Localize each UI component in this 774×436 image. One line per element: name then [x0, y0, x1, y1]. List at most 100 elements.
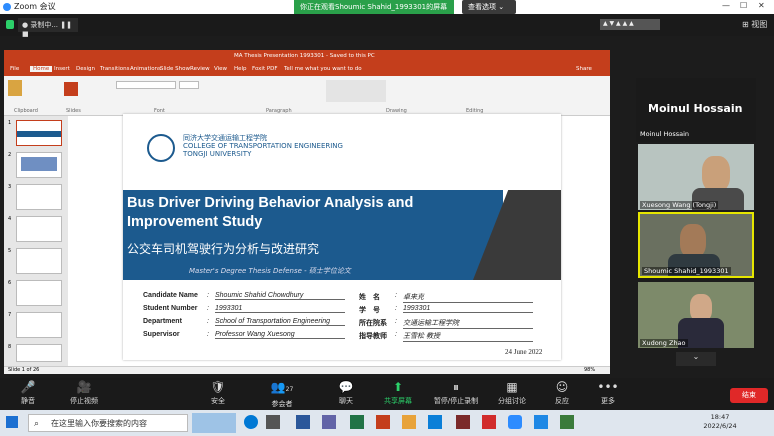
slide-date: 24 June 2022: [505, 348, 543, 356]
minimize-button[interactable]: —: [722, 1, 730, 10]
app-icon[interactable]: [534, 415, 548, 429]
meeting-top-strip: ● 录制中... ❚❚ ■ ▲ ▼ ▲ ▲ ▲ ⊞ 视图: [0, 14, 774, 38]
app-icon[interactable]: [428, 415, 442, 429]
new-slide-icon[interactable]: [64, 82, 78, 96]
tab-foxit[interactable]: Foxit PDF: [252, 66, 278, 72]
camera-icon: 🎥: [76, 380, 92, 394]
tell-me-search[interactable]: Tell me what you want to do: [284, 66, 362, 72]
chat-bubble-icon: 💬: [338, 380, 354, 394]
participant-video-active-speaker[interactable]: Shoumic Shahid_1993301: [638, 212, 754, 278]
windows-start-icon[interactable]: [6, 416, 18, 428]
font-size-select[interactable]: [179, 81, 199, 89]
info-label-cn: 所在院系: [359, 320, 387, 327]
tab-animations[interactable]: Animations: [130, 66, 161, 72]
slide-canvas: 同济大学交通运输工程学院 COLLEGE OF TRANSPORTATION E…: [123, 114, 561, 360]
paste-icon[interactable]: [8, 80, 22, 96]
ppt-ribbon: Clipboard Slides Font Paragraph Drawing …: [4, 76, 610, 116]
slide-thumbnail[interactable]: [16, 248, 62, 274]
slide-thumbnail[interactable]: [16, 312, 62, 338]
participant-face: [680, 224, 706, 258]
slide-title-cn: 公交车司机驾驶行为分析与改进研究: [127, 242, 320, 256]
pause-recording-button[interactable]: ⏸ 暂停/停止录制: [426, 378, 486, 406]
tab-insert[interactable]: Insert: [54, 66, 70, 72]
search-icon: ⌕: [34, 419, 40, 429]
reactions-button[interactable]: ☺ 反应: [538, 378, 586, 406]
mute-button[interactable]: 🎤 静音: [4, 378, 52, 406]
participant-name: Shoumic Shahid_1993301: [642, 267, 731, 275]
recording-indicator[interactable]: ● 录制中... ❚❚ ■: [18, 18, 78, 38]
close-button[interactable]: ✕: [758, 1, 765, 10]
tab-view[interactable]: View: [214, 66, 227, 72]
file-explorer-icon[interactable]: [402, 415, 416, 429]
edge-browser-icon[interactable]: [244, 415, 258, 429]
tab-design[interactable]: Design: [76, 66, 95, 72]
tab-transitions[interactable]: Transitions: [100, 66, 129, 72]
search-highlight-image: [192, 413, 236, 433]
participant-video[interactable]: Xudong Zhao: [638, 282, 754, 348]
share-arrow-icon: ⬆: [392, 380, 404, 394]
slide-thumbnail[interactable]: [16, 344, 62, 362]
share-button[interactable]: Share: [576, 66, 592, 72]
university-seal-icon: [147, 134, 175, 162]
stop-video-button[interactable]: 🎥 停止视频: [60, 378, 108, 406]
info-value-cn: 王雪松 教授: [403, 331, 533, 342]
tab-file[interactable]: File: [10, 66, 19, 72]
viewing-share-banner: 你正在观看Shoumic Shahid_1993301的屏幕: [294, 0, 454, 14]
slide-title: Bus Driver Driving Behavior Analysis and…: [127, 195, 414, 230]
more-dots-icon: •••: [597, 380, 619, 394]
participant-panel: Moinul Hossain Moinul Hossain Xuesong Wa…: [636, 78, 756, 368]
app-icon[interactable]: [560, 415, 574, 429]
security-button[interactable]: 🛡 安全: [194, 378, 242, 406]
font-name-select[interactable]: [116, 81, 176, 89]
view-button[interactable]: ⊞ 视图: [742, 19, 767, 30]
pdf-reader-icon[interactable]: [482, 415, 496, 429]
zoom-level-indicator: ▲ ▼ ▲ ▲ ▲: [600, 19, 660, 30]
maximize-button[interactable]: ☐: [740, 1, 747, 10]
participants-button[interactable]: 👥27 参会者: [258, 378, 306, 409]
tab-home[interactable]: Home: [30, 66, 53, 72]
participant-video[interactable]: Xuesong Wang (Tongji): [638, 144, 754, 210]
meeting-toolbar: 🎤 静音 🎥 停止视频 🛡 安全 👥27 参会者 💬 聊天 ⬆ 共享屏幕 ⏸ 暂停/停止录制 …: [0, 378, 774, 410]
slide-thumbnail[interactable]: [16, 152, 62, 178]
shapes-gallery[interactable]: [326, 80, 386, 102]
info-value-cn: 1993301: [403, 305, 533, 313]
zoom-logo-icon: [3, 3, 11, 11]
ppt-title-bar: MA Thesis Presentation 1993301 - Saved t…: [4, 50, 610, 64]
tab-slideshow[interactable]: Slide Show: [160, 66, 190, 72]
info-value-cn: 卓来克: [403, 292, 533, 303]
zoom-app-icon[interactable]: [508, 415, 522, 429]
tab-review[interactable]: Review: [190, 66, 210, 72]
scroll-down-chevron-icon[interactable]: ⌄: [676, 352, 716, 366]
taskbar-search-input[interactable]: 在这里输入你要搜索的内容: [28, 414, 188, 432]
info-label: Department: [143, 318, 182, 325]
microphone-icon: 🎤: [20, 380, 36, 394]
info-label-cn: 姓 名: [359, 294, 380, 301]
task-view-icon[interactable]: [266, 415, 280, 429]
slide-thumbnail[interactable]: [16, 280, 62, 306]
shield-icon: [6, 20, 14, 29]
breakout-button[interactable]: ▦ 分组讨论: [488, 378, 536, 406]
system-clock[interactable]: 18:47 2022/6/24: [700, 413, 740, 431]
tab-help[interactable]: Help: [234, 66, 247, 72]
chat-button[interactable]: 💬 聊天: [322, 378, 370, 406]
word-icon[interactable]: [296, 415, 310, 429]
view-options-button[interactable]: 查看选项 ⌄: [462, 0, 516, 14]
info-value: School of Transportation Engineering: [215, 318, 345, 326]
more-button[interactable]: ••• 更多: [584, 378, 632, 406]
share-screen-button[interactable]: ⬆ 共享屏幕: [374, 378, 422, 406]
info-value: 1993301: [215, 305, 345, 313]
participant-name: Xudong Zhao: [640, 339, 688, 347]
slide-thumbnail[interactable]: [16, 184, 62, 210]
end-meeting-button[interactable]: 结束: [730, 388, 768, 403]
excel-icon[interactable]: [350, 415, 364, 429]
info-label-cn: 学 号: [359, 307, 380, 314]
slide-thumbnail[interactable]: [16, 120, 62, 146]
app-icon[interactable]: [456, 415, 470, 429]
teams-icon[interactable]: [322, 415, 336, 429]
smiley-icon: ☺: [555, 380, 569, 394]
featured-participant-card[interactable]: Moinul Hossain Moinul Hossain: [636, 78, 756, 142]
pause-stop-icon: ⏸: [452, 380, 459, 394]
info-value-cn: 交通运输工程学院: [403, 318, 533, 329]
powerpoint-icon[interactable]: [376, 415, 390, 429]
slide-thumbnail[interactable]: [16, 216, 62, 242]
